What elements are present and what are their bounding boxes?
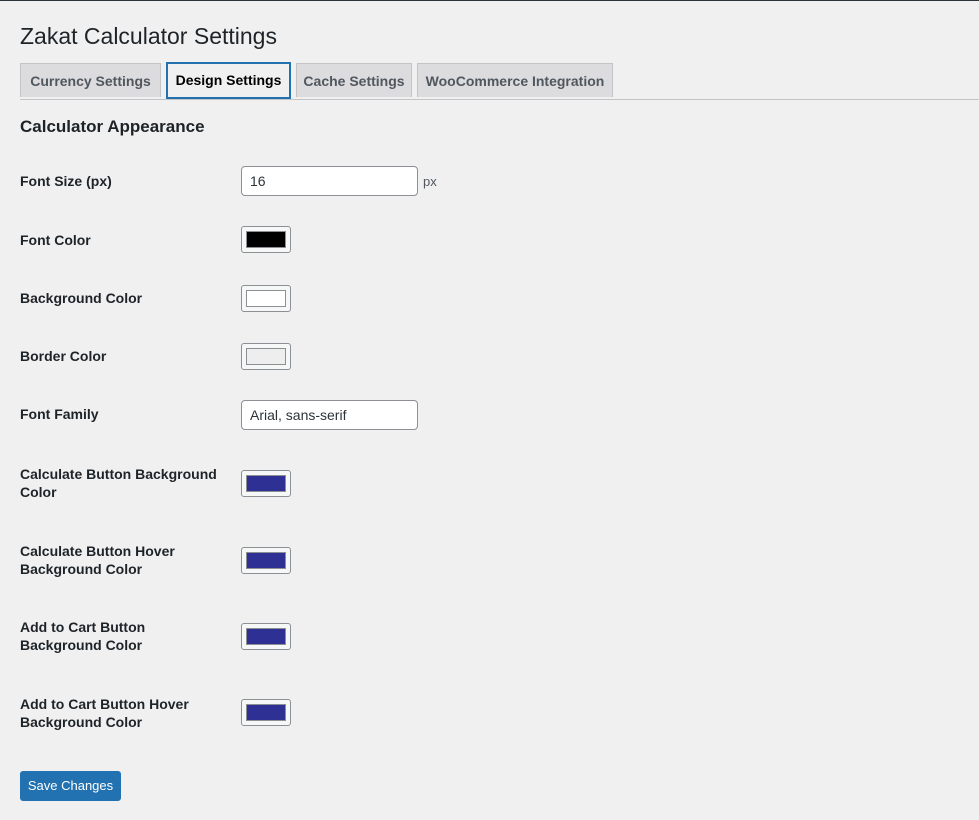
- cart-button-hover-bg-label: Add to Cart Button Hover Background Colo…: [20, 696, 189, 730]
- border-color-swatch: [246, 348, 286, 365]
- cart-button-hover-bg-swatch: [246, 704, 286, 721]
- font-size-input[interactable]: [241, 166, 418, 196]
- cart-button-bg-swatch: [246, 628, 286, 645]
- calc-button-hover-bg-picker[interactable]: [241, 547, 291, 574]
- background-color-swatch: [246, 290, 286, 307]
- calc-button-hover-bg-label: Calculate Button Hover Background Color: [20, 543, 175, 577]
- font-color-picker[interactable]: [241, 226, 291, 253]
- border-color-label: Border Color: [20, 348, 107, 364]
- admin-bar-edge: [0, 0, 979, 1]
- font-family-input[interactable]: [241, 400, 418, 430]
- font-size-label: Font Size (px): [20, 173, 112, 189]
- font-family-label: Font Family: [20, 406, 99, 422]
- page-title: Zakat Calculator Settings: [20, 23, 277, 49]
- border-color-picker[interactable]: [241, 343, 291, 370]
- save-changes-button[interactable]: Save Changes: [20, 771, 121, 801]
- tab-cache-settings[interactable]: Cache Settings: [296, 63, 412, 97]
- cart-button-bg-label: Add to Cart Button Background Color: [20, 619, 146, 653]
- font-size-unit: px: [423, 174, 437, 189]
- calc-button-hover-bg-swatch: [246, 552, 286, 569]
- calc-button-bg-label: Calculate Button Background Color: [20, 466, 217, 500]
- tab-currency-settings[interactable]: Currency Settings: [20, 63, 161, 97]
- settings-tabs: Currency Settings Design Settings Cache …: [20, 62, 979, 100]
- cart-button-hover-bg-picker[interactable]: [241, 699, 291, 726]
- section-title: Calculator Appearance: [20, 117, 205, 136]
- background-color-label: Background Color: [20, 290, 143, 306]
- calc-button-bg-picker[interactable]: [241, 470, 291, 497]
- calc-button-bg-swatch: [246, 475, 286, 492]
- tab-woocommerce-integration[interactable]: WooCommerce Integration: [417, 63, 613, 97]
- tab-design-settings[interactable]: Design Settings: [166, 62, 291, 99]
- font-color-swatch: [246, 231, 286, 248]
- background-color-picker[interactable]: [241, 285, 291, 312]
- font-color-label: Font Color: [20, 232, 91, 248]
- cart-button-bg-picker[interactable]: [241, 623, 291, 650]
